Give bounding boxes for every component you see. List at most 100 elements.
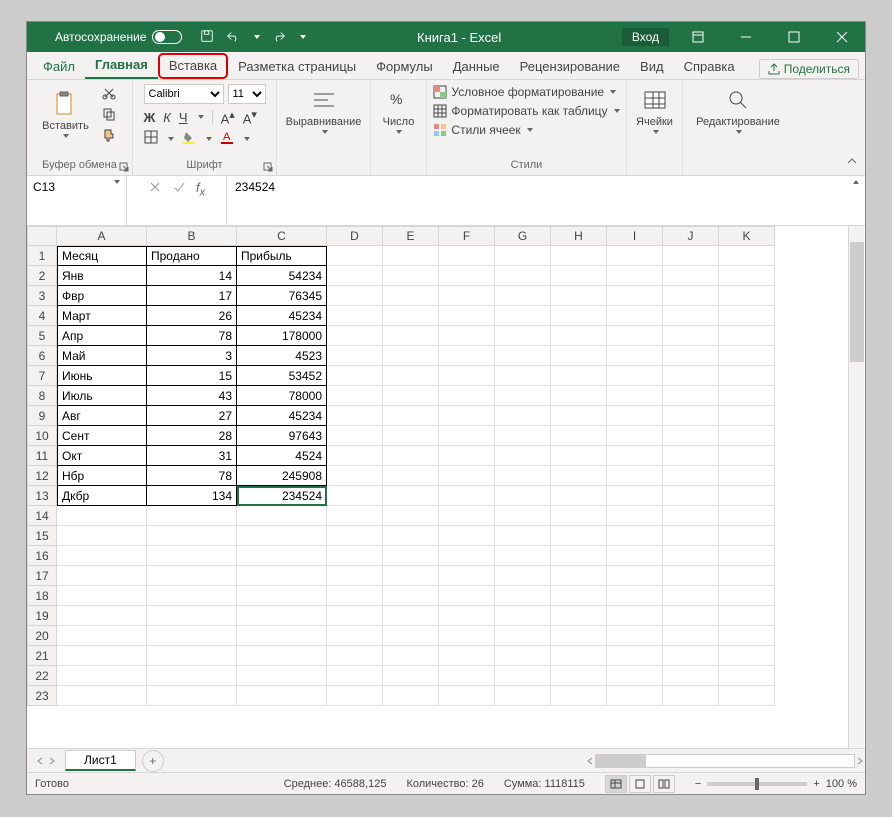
grid-body[interactable]: 1МесяцПроданоПрибыль2Янв14542343Фвр17763…: [27, 246, 865, 748]
cell[interactable]: [57, 506, 147, 526]
row-header[interactable]: 8: [27, 386, 57, 406]
cell[interactable]: [327, 466, 383, 486]
cell[interactable]: [719, 486, 775, 506]
cell[interactable]: [719, 326, 775, 346]
cell[interactable]: [237, 606, 327, 626]
cell[interactable]: [663, 546, 719, 566]
cell[interactable]: [551, 526, 607, 546]
cut-icon[interactable]: [97, 84, 121, 102]
cell[interactable]: [719, 426, 775, 446]
cell[interactable]: [383, 266, 439, 286]
cell[interactable]: [495, 446, 551, 466]
cell[interactable]: [327, 386, 383, 406]
cell[interactable]: [383, 666, 439, 686]
cell[interactable]: [719, 286, 775, 306]
cell[interactable]: [551, 386, 607, 406]
cell[interactable]: [495, 466, 551, 486]
view-page-layout[interactable]: [629, 775, 651, 793]
cell[interactable]: [495, 646, 551, 666]
cell[interactable]: [439, 366, 495, 386]
format-as-table-button[interactable]: Форматировать как таблицу: [433, 103, 619, 119]
underline-dropdown[interactable]: [198, 115, 204, 119]
cell[interactable]: [719, 646, 775, 666]
cell[interactable]: [147, 646, 237, 666]
cell[interactable]: 53452: [237, 366, 327, 386]
cell[interactable]: 4523: [237, 346, 327, 366]
number-dropdown[interactable]: [396, 130, 402, 134]
cell[interactable]: [495, 626, 551, 646]
cell[interactable]: [237, 666, 327, 686]
cell[interactable]: [719, 466, 775, 486]
cell[interactable]: [383, 466, 439, 486]
font-size-select[interactable]: 11: [228, 84, 266, 104]
cell[interactable]: [607, 626, 663, 646]
cell[interactable]: [719, 606, 775, 626]
view-page-break[interactable]: [653, 775, 675, 793]
cell[interactable]: [719, 446, 775, 466]
cell[interactable]: [327, 446, 383, 466]
cell[interactable]: [383, 566, 439, 586]
cell[interactable]: [663, 606, 719, 626]
cell[interactable]: [495, 266, 551, 286]
cell[interactable]: 54234: [237, 266, 327, 286]
cell[interactable]: [663, 566, 719, 586]
cell[interactable]: [719, 366, 775, 386]
cell[interactable]: [663, 346, 719, 366]
cell[interactable]: [495, 326, 551, 346]
cell[interactable]: [327, 686, 383, 706]
name-box-dropdown[interactable]: [114, 180, 120, 184]
cell[interactable]: [383, 366, 439, 386]
row-header[interactable]: 21: [27, 646, 57, 666]
cell[interactable]: [383, 386, 439, 406]
cell[interactable]: [327, 606, 383, 626]
row-header[interactable]: 3: [27, 286, 57, 306]
cell[interactable]: [495, 426, 551, 446]
tab-help[interactable]: Справка: [674, 55, 745, 79]
column-header[interactable]: C: [237, 226, 327, 246]
cell[interactable]: Продано: [147, 246, 237, 266]
cell[interactable]: [147, 566, 237, 586]
cell[interactable]: [327, 406, 383, 426]
italic-button[interactable]: К: [163, 110, 171, 125]
cell[interactable]: [719, 346, 775, 366]
cell[interactable]: [327, 346, 383, 366]
cancel-icon[interactable]: [148, 180, 162, 197]
cell[interactable]: [551, 326, 607, 346]
view-normal[interactable]: [605, 775, 627, 793]
cell[interactable]: [439, 446, 495, 466]
hscroll-thumb[interactable]: [596, 755, 646, 767]
save-icon[interactable]: [200, 29, 214, 46]
cell[interactable]: [551, 246, 607, 266]
cell[interactable]: [327, 506, 383, 526]
cell[interactable]: [663, 686, 719, 706]
redo-icon[interactable]: [272, 29, 286, 46]
sheet-nav[interactable]: [27, 756, 65, 766]
cell[interactable]: [439, 346, 495, 366]
column-header[interactable]: A: [57, 226, 147, 246]
cell[interactable]: 3: [147, 346, 237, 366]
cell[interactable]: [439, 486, 495, 506]
cell[interactable]: [607, 246, 663, 266]
cell[interactable]: [663, 406, 719, 426]
cell[interactable]: [237, 506, 327, 526]
collapse-ribbon-icon[interactable]: [845, 154, 859, 171]
cell[interactable]: [327, 266, 383, 286]
cell[interactable]: [607, 606, 663, 626]
cell[interactable]: [439, 326, 495, 346]
cell[interactable]: 134: [147, 486, 237, 506]
cell-styles-button[interactable]: Стили ячеек: [433, 122, 619, 138]
cell[interactable]: [495, 346, 551, 366]
cell[interactable]: [383, 526, 439, 546]
zoom-level[interactable]: 100 %: [826, 778, 857, 790]
cell[interactable]: [147, 546, 237, 566]
column-header[interactable]: J: [663, 226, 719, 246]
tab-review[interactable]: Рецензирование: [510, 55, 630, 79]
cell[interactable]: [607, 446, 663, 466]
cell[interactable]: [237, 626, 327, 646]
cell[interactable]: 31: [147, 446, 237, 466]
account-button[interactable]: Вход: [622, 28, 669, 46]
column-header[interactable]: G: [495, 226, 551, 246]
row-header[interactable]: 11: [27, 446, 57, 466]
cell[interactable]: [237, 686, 327, 706]
cell[interactable]: [495, 526, 551, 546]
